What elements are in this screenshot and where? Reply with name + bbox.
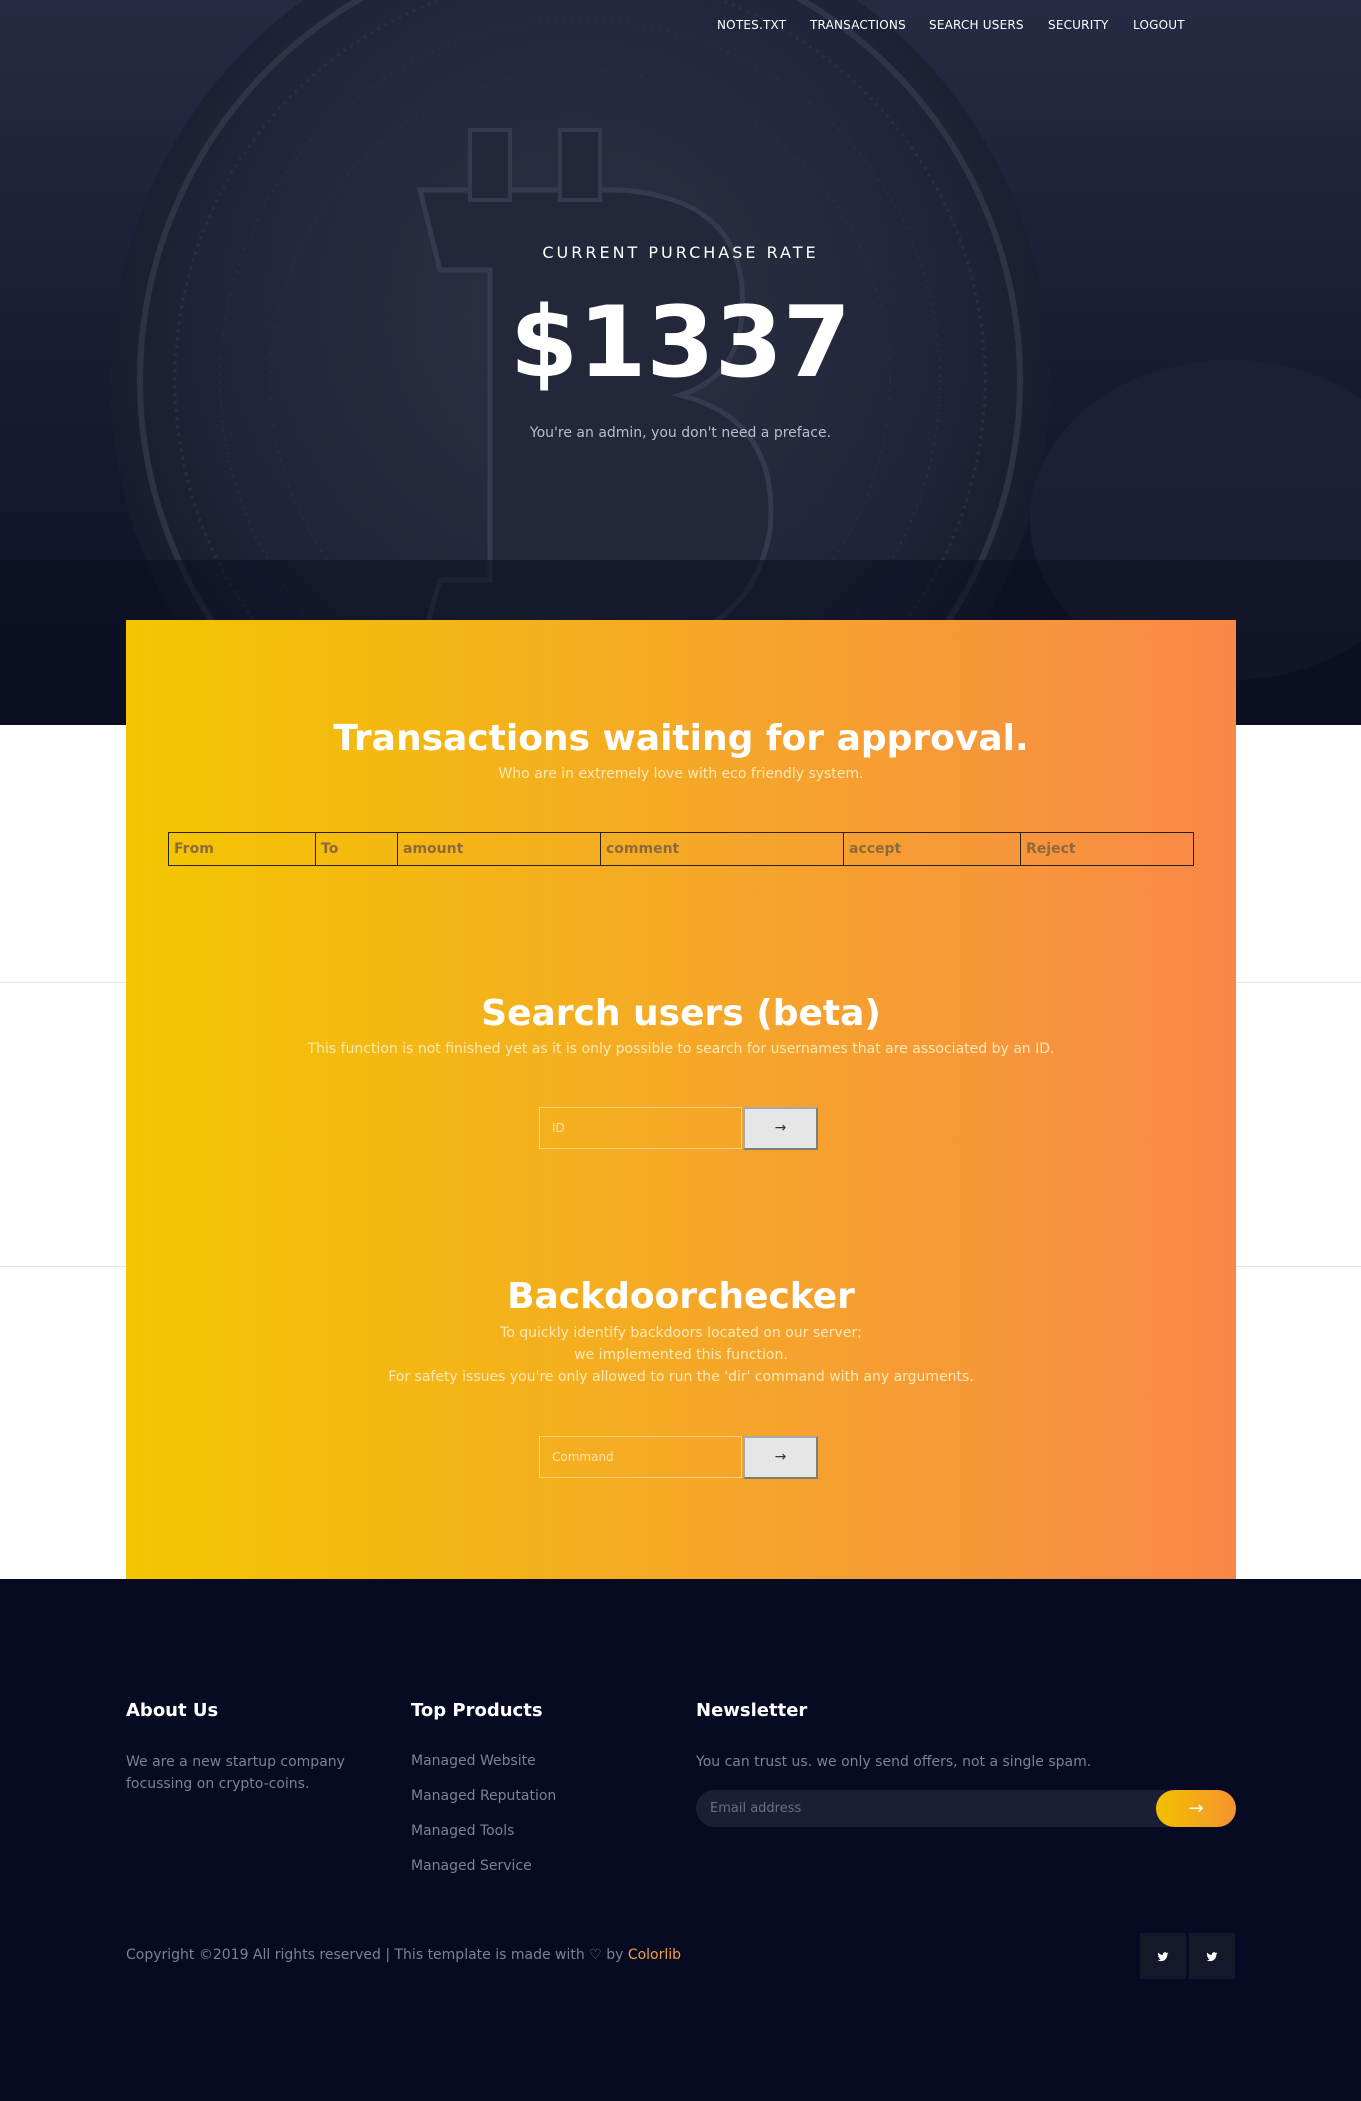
command-input[interactable]: Command <box>539 1436 742 1478</box>
search-subtitle: This function is not finished yet as it … <box>307 1041 1055 1057</box>
copyright: Copyright ©2019 All rights reserved | Th… <box>126 1947 681 1963</box>
col-accept: accept <box>843 832 1021 866</box>
heart-icon: ♡ <box>589 1947 602 1963</box>
content-panel: Transactions waiting for approval. Who a… <box>126 620 1236 1579</box>
nav-security[interactable]: SECURITY <box>1048 18 1109 32</box>
newsletter-email-input[interactable]: Email address <box>696 1790 1236 1827</box>
twitter-icon[interactable] <box>1189 1933 1235 1979</box>
copyright-by: by <box>606 1947 624 1963</box>
backdoor-line-1: To quickly identify backdoors located on… <box>500 1325 862 1341</box>
col-reject: Reject <box>1020 832 1194 866</box>
hero-note: You're an admin, you don't need a prefac… <box>529 425 832 441</box>
transactions-subtitle: Who are in extremely love with eco frien… <box>498 766 864 782</box>
col-comment: comment <box>600 832 844 866</box>
newsletter-heading: Newsletter <box>696 1700 808 1721</box>
search-title: Search users (beta) <box>481 993 881 1034</box>
nav-logout[interactable]: LOGOUT <box>1133 18 1185 32</box>
col-to: To <box>315 832 398 866</box>
arrow-right-icon: → <box>774 1449 787 1465</box>
product-link[interactable]: Managed Tools <box>411 1823 514 1839</box>
twitter-icon[interactable] <box>1140 1933 1186 1979</box>
table-header-row: From To amount comment accept Reject <box>168 832 1194 866</box>
product-link[interactable]: Managed Website <box>411 1753 536 1769</box>
product-link[interactable]: Managed Service <box>411 1858 532 1874</box>
arrow-right-icon: → <box>1188 1798 1204 1819</box>
transactions-table: From To amount comment accept Reject <box>168 832 1194 866</box>
search-submit-button[interactable]: → <box>743 1107 818 1150</box>
copyright-text: Copyright ©2019 All rights reserved | Th… <box>126 1947 585 1963</box>
about-text: We are a new startup company focussing o… <box>126 1754 345 1792</box>
nav-search-users[interactable]: SEARCH USERS <box>929 18 1024 32</box>
backdoor-line-2: we implemented this function. <box>574 1347 788 1363</box>
colorlib-link[interactable]: Colorlib <box>628 1947 681 1963</box>
hero-subtitle: CURRENT PURCHASE RATE <box>542 243 819 262</box>
transactions-title: Transactions waiting for approval. <box>333 718 1029 759</box>
arrow-right-icon: → <box>774 1120 787 1136</box>
col-amount: amount <box>397 832 601 866</box>
top-nav: NOTES.TXT TRANSACTIONS SEARCH USERS SECU… <box>0 0 1361 52</box>
backdoor-line-3: For safety issues you're only allowed to… <box>388 1369 974 1385</box>
nav-transactions[interactable]: TRANSACTIONS <box>810 18 906 32</box>
newsletter-submit-button[interactable]: → <box>1156 1790 1236 1827</box>
about-heading: About Us <box>126 1700 219 1721</box>
hero-section: NOTES.TXT TRANSACTIONS SEARCH USERS SECU… <box>0 0 1361 725</box>
footer: About Us We are a new startup company fo… <box>0 1579 1361 2101</box>
id-search-input[interactable]: ID <box>539 1107 742 1149</box>
nav-notes[interactable]: NOTES.TXT <box>717 18 786 32</box>
hero-price: $1337 <box>510 286 851 400</box>
newsletter-text: You can trust us. we only send offers, n… <box>696 1754 1092 1770</box>
command-submit-button[interactable]: → <box>743 1436 818 1479</box>
backdoor-title: Backdoorchecker <box>507 1276 855 1317</box>
products-heading: Top Products <box>411 1700 543 1721</box>
product-link[interactable]: Managed Reputation <box>411 1788 556 1804</box>
col-from: From <box>168 832 316 866</box>
